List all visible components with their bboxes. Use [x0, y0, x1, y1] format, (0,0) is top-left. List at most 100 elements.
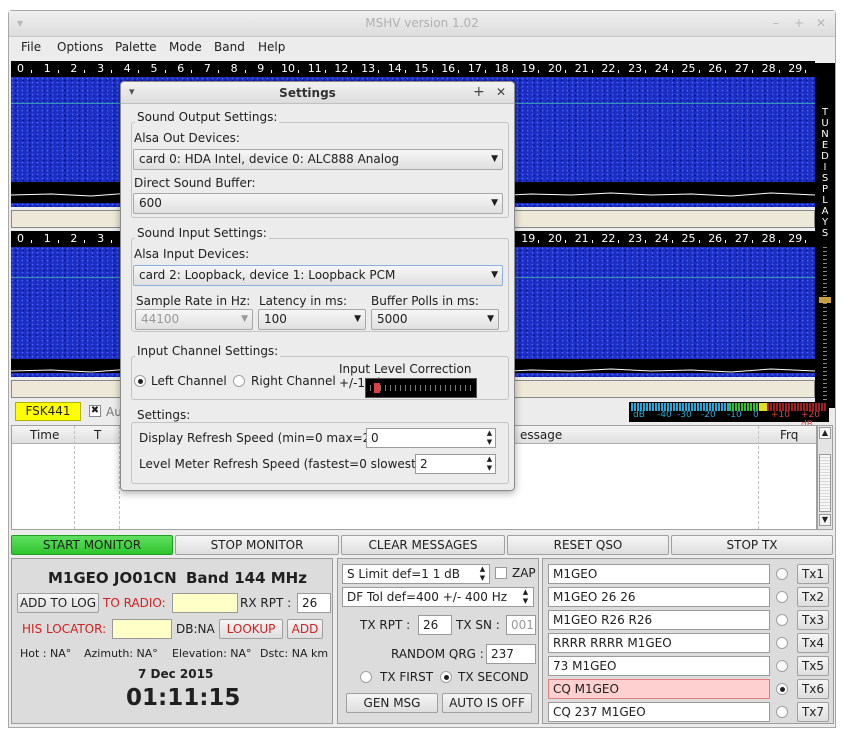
tx-select-radio[interactable]: [776, 660, 788, 672]
minimize-icon[interactable]: –: [773, 16, 779, 30]
tx-messages-panel: M1GEO Tx1 M1GEO 26 26 Tx2 M1GEO R26 R26 Tx3 RR…: [542, 558, 834, 724]
chevron-down-icon: ▼: [354, 314, 361, 324]
level-meter-refresh-spinbox[interactable]: 2 ▲ ▼: [415, 454, 496, 474]
direct-buffer-select[interactable]: 600 ▼: [133, 193, 503, 214]
left-channel-radio[interactable]: [134, 375, 146, 387]
sample-rate-select[interactable]: 44100 ▼: [135, 309, 253, 330]
add-button[interactable]: ADD: [287, 619, 323, 639]
tx-message-field[interactable]: 73 M1GEO: [548, 656, 770, 676]
chevron-down-icon: ▼: [241, 314, 248, 324]
s-limit-spinbox[interactable]: S Limit def=1 1 dB: [342, 564, 490, 584]
tx-send-button[interactable]: Tx7: [797, 702, 829, 722]
ruler-tick: 2: [70, 62, 78, 75]
level-slider-track[interactable]: [817, 243, 833, 408]
tx-select-radio[interactable]: [776, 591, 788, 603]
tx-send-button[interactable]: Tx2: [797, 587, 829, 607]
ruler-minor-tick: [244, 70, 246, 73]
gen-msg-button[interactable]: GEN MSG: [346, 693, 438, 713]
ruler-minor-tick: [805, 70, 807, 73]
col-frq[interactable]: Frq: [780, 428, 798, 442]
level-correction-slider[interactable]: [365, 378, 477, 398]
menu-palette[interactable]: Palette: [115, 40, 157, 54]
latency-label: Latency in ms:: [259, 294, 347, 308]
ruler-minor-tick: [751, 70, 753, 73]
ruler-minor-tick: [725, 70, 727, 73]
ruler-minor-tick: [591, 240, 593, 243]
tx-message-field[interactable]: M1GEO: [548, 564, 770, 584]
ruler-tick: 6: [177, 62, 185, 75]
tx-send-button[interactable]: Tx1: [797, 564, 829, 584]
ruler-minor-tick: [751, 240, 753, 243]
to-radio-label: TO RADIO:: [103, 596, 166, 610]
tune-letter: N: [821, 129, 829, 140]
menu-mode[interactable]: Mode: [169, 40, 202, 54]
lookup-button[interactable]: LOOKUP: [219, 619, 283, 639]
tx-send-button[interactable]: Tx3: [797, 610, 829, 630]
tx-select-radio[interactable]: [776, 614, 788, 626]
menu-help[interactable]: Help: [258, 40, 285, 54]
zap-checkbox[interactable]: [495, 567, 507, 579]
tx-rpt-field[interactable]: 26: [418, 615, 452, 635]
auto-checkbox[interactable]: ✖: [89, 405, 101, 417]
menu-file[interactable]: File: [21, 40, 41, 54]
to-radio-field[interactable]: [172, 593, 238, 613]
dialog-maximize-icon[interactable]: +: [473, 84, 485, 100]
tx-select-radio[interactable]: [776, 568, 788, 580]
latency-select[interactable]: 100 ▼: [258, 309, 366, 330]
reset-qso-button[interactable]: RESET QSO: [507, 535, 669, 555]
close-icon[interactable]: ✕: [816, 16, 826, 30]
random-qrg-field[interactable]: 237: [486, 644, 536, 664]
tx-message-field[interactable]: CQ 237 M1GEO: [548, 702, 770, 722]
ruler-minor-tick: [378, 70, 380, 73]
alsa-in-select[interactable]: card 2: Loopback, device 1: Loopback PCM…: [133, 265, 503, 286]
alsa-out-select[interactable]: card 0: HDA Intel, device 0: ALC888 Anal…: [133, 149, 503, 170]
df-tol-spinbox[interactable]: DF Tol def=400 +/- 400 Hz: [342, 587, 534, 607]
right-channel-radio[interactable]: [233, 375, 245, 387]
tx-send-button[interactable]: Tx6: [797, 679, 829, 699]
tx-second-radio[interactable]: [440, 671, 452, 683]
tx-message-field[interactable]: M1GEO R26 R26: [548, 610, 770, 630]
tx-send-button[interactable]: Tx5: [797, 656, 829, 676]
col-time[interactable]: Time: [30, 428, 59, 442]
ruler-minor-tick: [298, 70, 299, 73]
ruler-tick: 28: [761, 62, 776, 75]
ruler-minor-tick: [111, 70, 113, 73]
buffer-polls-select[interactable]: 5000 ▼: [371, 309, 499, 330]
table-scrollbar[interactable]: ▲ ▼: [817, 425, 833, 530]
add-to-log-button[interactable]: ADD TO LOG: [17, 593, 99, 613]
ruler-minor-tick: [778, 240, 780, 243]
alsa-in-label: Alsa Input Devices:: [134, 247, 250, 261]
auto-is-off-button[interactable]: AUTO IS OFF: [442, 693, 532, 713]
stop-monitor-button[interactable]: STOP MONITOR: [175, 535, 339, 555]
tx-message-field[interactable]: M1GEO 26 26: [548, 587, 770, 607]
tx-sn-field[interactable]: 001: [506, 615, 536, 635]
ruler-tick: 27: [734, 232, 749, 245]
tx-select-radio[interactable]: [776, 683, 788, 695]
tx-second-label: TX SECOND: [458, 670, 529, 684]
col-message[interactable]: essage: [520, 428, 562, 442]
clear-messages-button[interactable]: CLEAR MESSAGES: [341, 535, 505, 555]
menu-options[interactable]: Options: [57, 40, 103, 54]
tx-first-radio[interactable]: [360, 671, 372, 683]
tx-send-button[interactable]: Tx4: [797, 633, 829, 653]
ruler-minor-tick: [57, 70, 59, 73]
ruler-tick: 28: [761, 232, 776, 245]
ruler-tick: 15: [414, 62, 429, 75]
tx-message-field[interactable]: CQ M1GEO: [548, 679, 770, 699]
ruler-minor-tick: [565, 240, 566, 243]
sound-input-title: Sound Input Settings:: [135, 226, 269, 240]
dialog-close-icon[interactable]: ✕: [496, 85, 506, 99]
tx-message-field[interactable]: RRRR RRRR M1GEO: [548, 633, 770, 653]
col-t[interactable]: T: [94, 428, 101, 442]
display-refresh-spinbox[interactable]: 0 ▲ ▼: [366, 428, 496, 448]
menu-band[interactable]: Band: [214, 40, 245, 54]
ruler-tick: 1: [43, 62, 51, 75]
his-locator-field[interactable]: [112, 619, 172, 639]
stop-tx-button[interactable]: STOP TX: [671, 535, 833, 555]
tx-select-radio[interactable]: [776, 637, 788, 649]
tx-select-radio[interactable]: [776, 706, 788, 718]
start-monitor-button[interactable]: START MONITOR: [11, 535, 173, 555]
rx-rpt-field[interactable]: 26: [297, 593, 331, 613]
maximize-icon[interactable]: +: [794, 16, 804, 30]
ruler-minor-tick: [111, 240, 113, 243]
